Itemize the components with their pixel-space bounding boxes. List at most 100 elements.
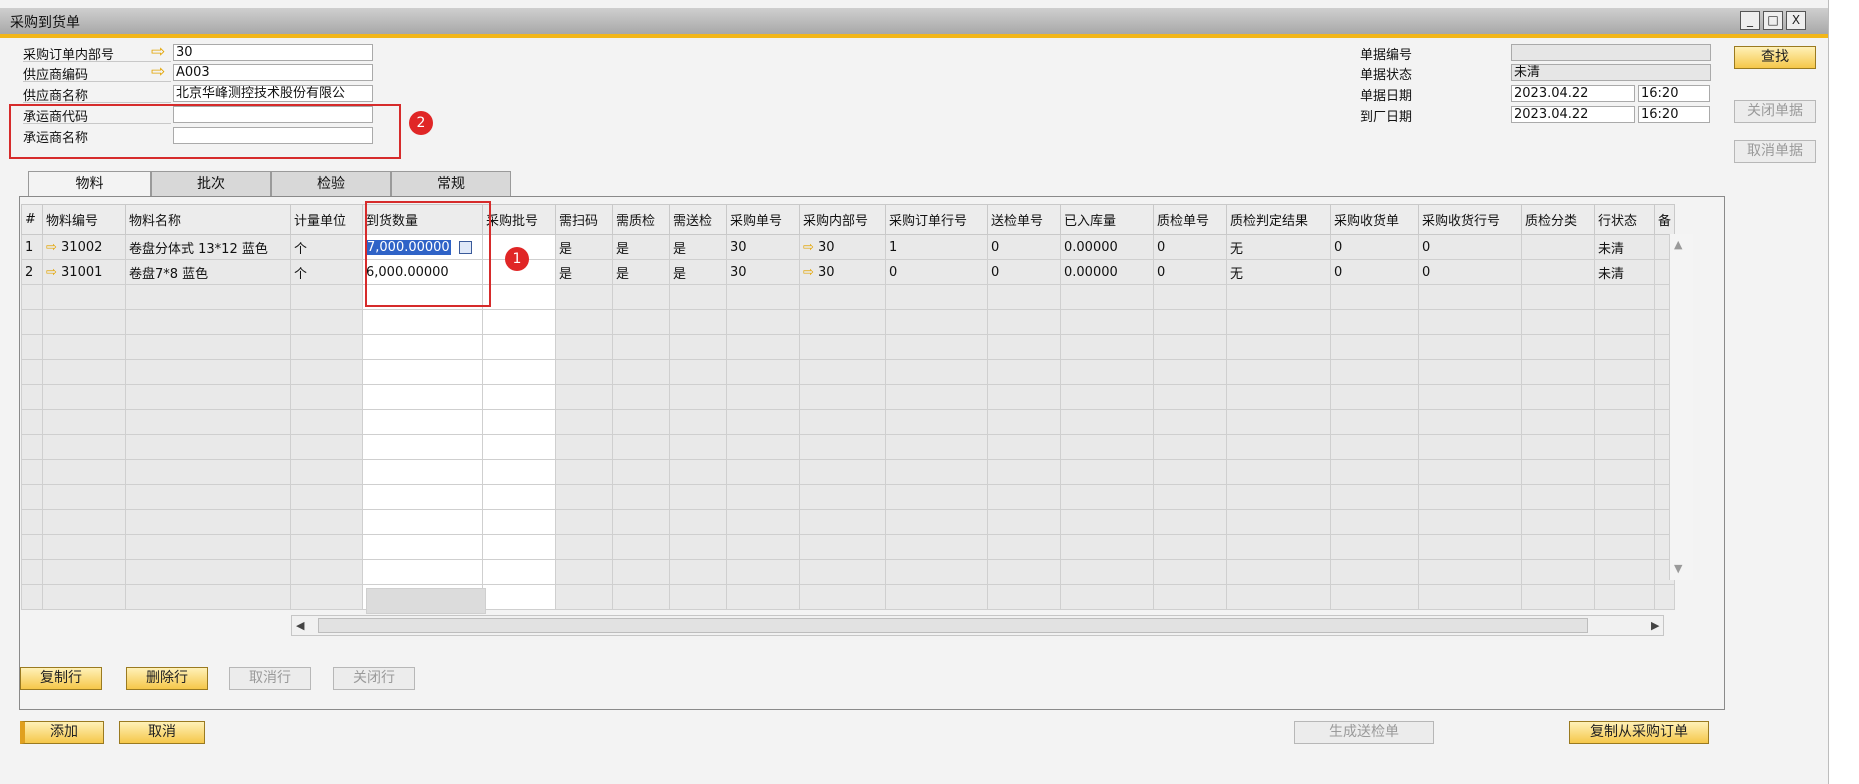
qc-result-cell[interactable]: 无 [1226,259,1331,285]
po-no-cell[interactable]: 30 [726,259,800,285]
table-row[interactable] [21,484,1676,510]
column-header[interactable]: # [21,204,43,235]
scroll-right-icon[interactable]: ▶ [1651,619,1659,632]
doc-no-field[interactable] [1511,44,1711,61]
line-status-cell[interactable]: 未清 [1594,234,1655,260]
column-header[interactable]: 采购批号 [482,204,556,235]
qc-no-cell[interactable]: 0 [1153,234,1227,260]
column-header[interactable]: 需质检 [612,204,670,235]
copy-from-po-button[interactable]: 复制从采购订单 [1569,721,1709,744]
table-row[interactable] [21,559,1676,585]
item-name-cell[interactable]: 卷盘7*8 蓝色 [125,259,291,285]
table-row[interactable] [21,409,1676,435]
column-header[interactable]: 质检判定结果 [1226,204,1331,235]
link-arrow-icon[interactable]: ⇨ [46,265,61,280]
generate-inspection-button[interactable]: 生成送检单 [1294,721,1434,744]
table-row[interactable] [21,309,1676,335]
doc-date-field[interactable]: 2023.04.22 [1511,85,1635,102]
column-header[interactable]: 采购内部号 [799,204,886,235]
link-arrow-icon[interactable]: ⇨ [151,44,165,61]
tab-inspection[interactable]: 检验 [271,171,391,196]
column-header[interactable]: 质检单号 [1153,204,1227,235]
po-line-cell[interactable]: 1 [885,234,988,260]
column-header[interactable]: 行状态 [1594,204,1655,235]
need-scan-cell[interactable]: 是 [555,259,613,285]
po-internal-no-field[interactable]: 30 [173,44,373,61]
minimize-button[interactable]: _ [1740,11,1760,30]
cancel-row-button[interactable]: 取消行 [229,667,311,690]
table-row[interactable] [21,384,1676,410]
inspection-no-cell[interactable]: 0 [987,234,1061,260]
close-row-button[interactable]: 关闭行 [333,667,415,690]
table-row[interactable]: 1 ⇨ 31002 卷盘分体式 13*12 蓝色 个 7,000.00000 是… [21,234,1676,260]
received-qty-cell[interactable]: 0.00000 [1060,259,1154,285]
delete-row-button[interactable]: 删除行 [126,667,208,690]
inspection-no-cell[interactable]: 0 [987,259,1061,285]
column-header[interactable]: 需送检 [669,204,727,235]
column-header[interactable]: 采购收货行号 [1418,204,1522,235]
doc-time-field[interactable]: 16:20 [1638,85,1710,102]
find-button[interactable]: 查找 [1734,46,1816,69]
need-qc-cell[interactable]: 是 [612,259,670,285]
po-internal-cell[interactable]: ⇨ 30 [799,234,886,260]
po-receipt-line-cell[interactable]: 0 [1418,234,1522,260]
item-code-cell[interactable]: ⇨ 31002 [42,234,126,260]
maximize-button[interactable]: □ [1763,11,1783,30]
scroll-thumb[interactable] [318,618,1588,633]
horizontal-scrollbar[interactable]: ◀ ▶ [291,615,1664,636]
cancel-button[interactable]: 取消 [119,721,205,744]
item-name-cell[interactable]: 卷盘分体式 13*12 蓝色 [125,234,291,260]
link-arrow-icon[interactable]: ⇨ [151,64,165,81]
link-arrow-icon[interactable]: ⇨ [803,265,818,280]
need-qc-cell[interactable]: 是 [612,234,670,260]
vendor-code-field[interactable]: A003 [173,64,373,81]
po-receipt-cell[interactable]: 0 [1330,234,1419,260]
line-status-cell[interactable]: 未清 [1594,259,1655,285]
column-header[interactable]: 需扫码 [555,204,613,235]
column-header[interactable]: 采购收货单 [1330,204,1419,235]
arrival-time-field[interactable]: 16:20 [1638,106,1710,123]
scroll-left-icon[interactable]: ◀ [296,619,304,632]
received-qty-cell[interactable]: 0.00000 [1060,234,1154,260]
column-header[interactable]: 已入库量 [1060,204,1154,235]
need-scan-cell[interactable]: 是 [555,234,613,260]
tab-materials[interactable]: 物料 [28,171,151,198]
need-inspect-cell[interactable]: 是 [669,259,727,285]
qc-category-cell[interactable] [1521,234,1595,260]
po-internal-cell[interactable]: ⇨ 30 [799,259,886,285]
close-doc-button[interactable]: 关闭单据 [1734,100,1816,123]
po-line-cell[interactable]: 0 [885,259,988,285]
title-bar[interactable]: 采购到货单 _ □ X [0,8,1828,38]
table-row[interactable] [21,509,1676,535]
column-header[interactable]: 计量单位 [290,204,363,235]
uom-cell[interactable]: 个 [290,234,363,260]
table-row[interactable]: 2 ⇨ 31001 卷盘7*8 蓝色 个 6,000.00000 是 是 是 3… [21,259,1676,285]
need-inspect-cell[interactable]: 是 [669,234,727,260]
po-receipt-line-cell[interactable]: 0 [1418,259,1522,285]
po-receipt-cell[interactable]: 0 [1330,259,1419,285]
qc-category-cell[interactable] [1521,259,1595,285]
tab-general[interactable]: 常规 [391,171,511,196]
item-code-cell[interactable]: ⇨ 31001 [42,259,126,285]
scroll-down-icon[interactable]: ▼ [1674,562,1682,575]
column-header[interactable]: 采购单号 [726,204,800,235]
link-arrow-icon[interactable]: ⇨ [46,240,61,255]
arrival-date-field[interactable]: 2023.04.22 [1511,106,1635,123]
uom-cell[interactable]: 个 [290,259,363,285]
column-header[interactable]: 质检分类 [1521,204,1595,235]
table-row[interactable] [21,584,1676,610]
po-no-cell[interactable]: 30 [726,234,800,260]
qc-no-cell[interactable]: 0 [1153,259,1227,285]
table-row[interactable] [21,334,1676,360]
table-row[interactable] [21,284,1676,310]
table-row[interactable] [21,534,1676,560]
table-row[interactable] [21,459,1676,485]
scroll-up-icon[interactable]: ▲ [1674,238,1682,251]
qc-result-cell[interactable]: 无 [1226,234,1331,260]
tab-batches[interactable]: 批次 [151,171,271,196]
add-button[interactable]: 添加 [20,721,104,744]
cancel-doc-button[interactable]: 取消单据 [1734,140,1816,163]
close-button[interactable]: X [1786,11,1806,30]
column-header[interactable]: 物料编号 [42,204,126,235]
column-header[interactable]: 物料名称 [125,204,291,235]
